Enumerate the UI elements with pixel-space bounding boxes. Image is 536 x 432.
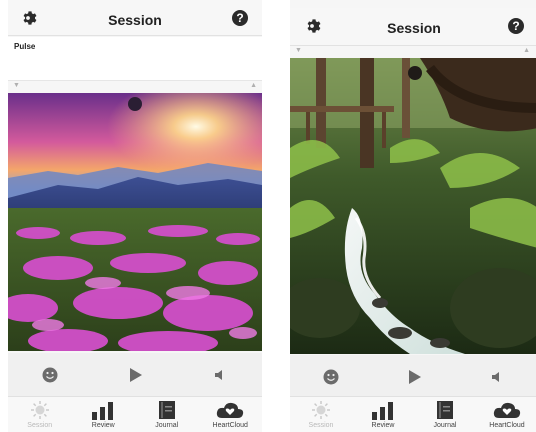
collapse-arrow-icon[interactable]: ▼: [13, 82, 20, 89]
help-icon[interactable]: ?: [230, 8, 250, 28]
play-icon[interactable]: [120, 360, 150, 390]
help-icon[interactable]: ?: [506, 16, 526, 36]
tab-heartcloud[interactable]: HeartCloud: [477, 397, 536, 432]
tab-label: Journal: [155, 422, 179, 429]
expand-arrow-icon[interactable]: ▲: [523, 47, 530, 54]
session-photo: [8, 93, 262, 351]
smiley-icon[interactable]: [316, 362, 346, 392]
tab-label: Review: [371, 422, 395, 429]
collapse-arrow-icon[interactable]: ▼: [295, 47, 302, 54]
tab-label: Session: [308, 422, 334, 429]
journal-icon: [436, 400, 454, 420]
header: Session ?: [290, 8, 536, 46]
tab-journal[interactable]: Journal: [137, 397, 197, 432]
bar-chart-icon: [91, 400, 115, 420]
expand-arrow-icon[interactable]: ▲: [250, 82, 257, 89]
tab-journal[interactable]: Journal: [415, 397, 475, 432]
header: Session ?: [8, 0, 262, 36]
heart-cloud-icon: [216, 400, 244, 420]
tab-review[interactable]: Review: [73, 397, 133, 432]
tab-label: Journal: [433, 422, 457, 429]
page-title: Session: [108, 12, 162, 28]
tab-label: Session: [27, 422, 53, 429]
playback-controls: [290, 355, 536, 399]
sun-icon: [311, 400, 331, 420]
play-icon[interactable]: [399, 362, 429, 392]
tab-label: Review: [91, 422, 115, 429]
pulse-label: Pulse: [14, 42, 36, 51]
tab-bar: Session Review Journal HeartCloud: [8, 396, 262, 432]
volume-icon[interactable]: [205, 360, 235, 390]
tab-review[interactable]: Review: [353, 397, 413, 432]
journal-icon: [158, 400, 176, 420]
playback-controls: [8, 353, 262, 397]
smiley-icon[interactable]: [35, 360, 65, 390]
page-title: Session: [387, 20, 441, 36]
tab-session[interactable]: Session: [291, 397, 351, 432]
sun-icon: [30, 400, 50, 420]
volume-icon[interactable]: [482, 362, 512, 392]
session-photo: [290, 58, 536, 354]
tab-session[interactable]: Session: [10, 397, 70, 432]
session-screen-right: Session ? ▼ ▲ Session Review Journal Hea…: [290, 0, 536, 432]
tab-label: HeartCloud: [212, 422, 248, 429]
heart-cloud-icon: [493, 400, 521, 420]
tab-heartcloud[interactable]: HeartCloud: [200, 397, 260, 432]
bar-chart-icon: [371, 400, 395, 420]
session-screen-left: Session ? Pulse ▼ ▲ Session Review Journ…: [8, 0, 262, 432]
tab-label: HeartCloud: [489, 422, 525, 429]
pulse-indicator: [128, 97, 142, 111]
tab-bar: Session Review Journal HeartCloud: [290, 396, 536, 432]
pulse-panel: Pulse: [8, 37, 262, 81]
pulse-indicator: [408, 66, 422, 80]
